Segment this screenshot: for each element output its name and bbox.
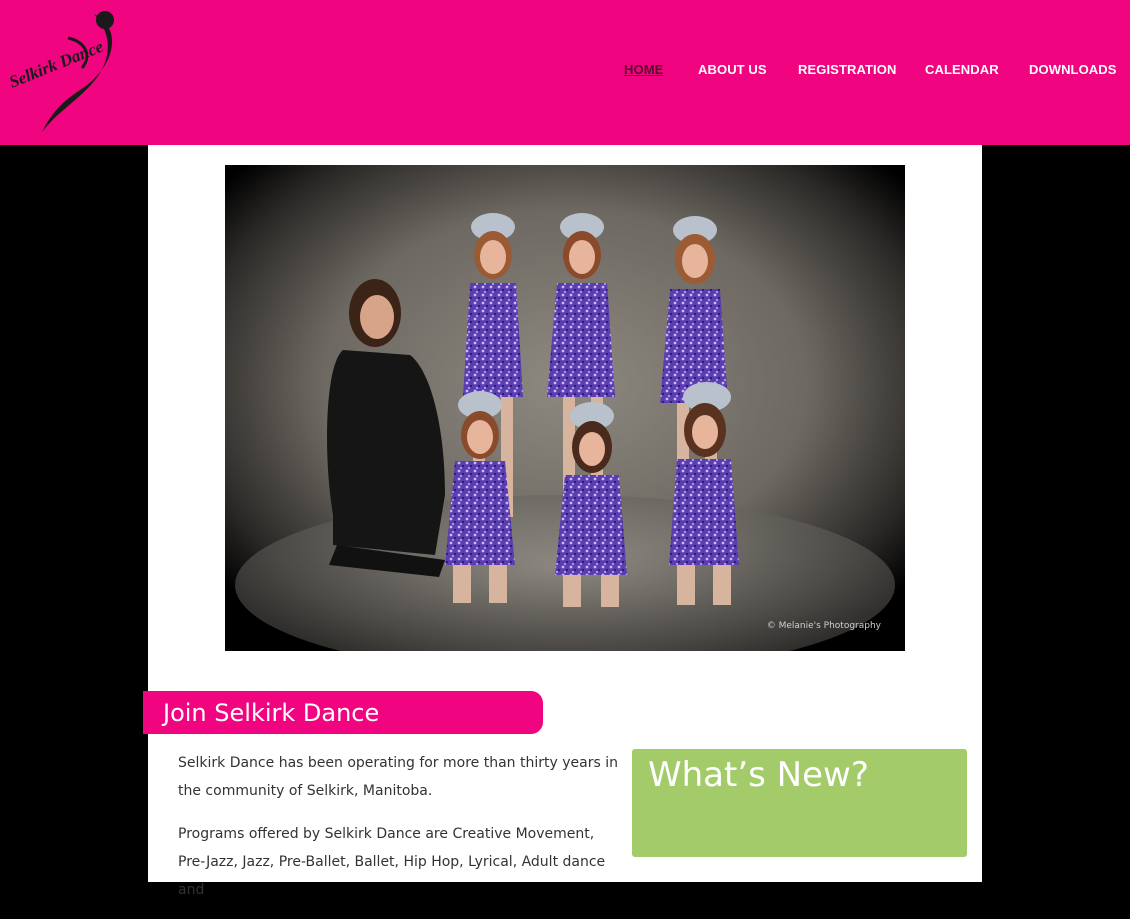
intro-paragraph: Selkirk Dance has been operating for mor… <box>178 755 618 799</box>
intro-text: Selkirk Dance has been operating for mor… <box>178 749 618 919</box>
main-nav: HOME ABOUT US REGISTRATION CALENDAR DOWN… <box>0 62 1130 82</box>
programs-paragraph: Programs offered by Selkirk Dance are Cr… <box>178 826 606 898</box>
hero-group-photo: © Melanie's Photography <box>225 165 905 651</box>
nav-registration[interactable]: REGISTRATION <box>798 62 896 77</box>
whats-new-panel: What’s New? <box>632 749 967 857</box>
nav-about-us[interactable]: ABOUT US <box>698 62 767 77</box>
site-header: Selkirk Dance HOME ABOUT US REGISTRATION… <box>0 0 1130 145</box>
join-heading-banner: Join Selkirk Dance <box>143 691 543 734</box>
nav-home[interactable]: HOME <box>624 62 663 77</box>
whats-new-title: What’s New? <box>648 755 869 795</box>
nav-calendar[interactable]: CALENDAR <box>925 62 999 77</box>
join-heading: Join Selkirk Dance <box>163 699 380 727</box>
nav-downloads[interactable]: DOWNLOADS <box>1029 62 1117 77</box>
photo-credit: © Melanie's Photography <box>766 621 881 631</box>
